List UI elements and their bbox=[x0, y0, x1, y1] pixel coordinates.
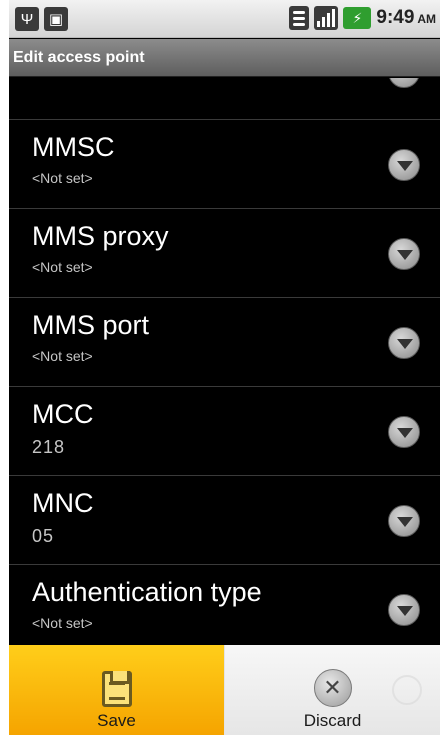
setting-title: MCC bbox=[32, 399, 94, 429]
setting-title: Authentication type bbox=[32, 577, 262, 607]
status-bar: Ψ ▣ ⚡ 9:49 AM bbox=[9, 0, 440, 38]
list-item-partial[interactable] bbox=[9, 78, 440, 120]
wifi-icon bbox=[289, 6, 310, 30]
chevron-down-icon bbox=[388, 78, 420, 88]
signal-icon bbox=[314, 6, 339, 30]
setting-mmsc[interactable]: MMSC <Not set> bbox=[9, 120, 440, 209]
setting-title: MNC bbox=[32, 488, 94, 518]
setting-title: MMS proxy bbox=[32, 221, 169, 251]
page-title: Edit access point bbox=[13, 49, 145, 66]
title-bar: Edit access point bbox=[9, 39, 440, 77]
setting-summary: <Not set> bbox=[32, 259, 93, 275]
clock-ampm: AM bbox=[417, 12, 436, 26]
chevron-down-icon bbox=[388, 149, 420, 181]
setting-mms-proxy[interactable]: MMS proxy <Not set> bbox=[9, 209, 440, 298]
setting-summary: <Not set> bbox=[32, 615, 93, 631]
faded-chevron-icon bbox=[392, 675, 422, 705]
setting-summary: <Not set> bbox=[32, 170, 93, 186]
discard-button[interactable]: ✕ Discard bbox=[225, 645, 440, 735]
setting-mnc[interactable]: MNC 05 bbox=[9, 476, 440, 565]
setting-title: MMSC bbox=[32, 132, 115, 162]
save-label: Save bbox=[97, 711, 136, 730]
chevron-down-icon bbox=[388, 594, 420, 626]
chevron-down-icon bbox=[388, 327, 420, 359]
chevron-down-icon bbox=[388, 416, 420, 448]
discard-label: Discard bbox=[303, 711, 362, 730]
save-button[interactable]: Save bbox=[9, 645, 225, 735]
clock-time: 9:49 bbox=[376, 7, 415, 28]
chevron-down-icon bbox=[388, 505, 420, 537]
save-icon bbox=[101, 671, 132, 707]
setting-title: MMS port bbox=[32, 310, 150, 340]
sd-card-icon: ▣ bbox=[44, 7, 68, 31]
setting-mcc[interactable]: MCC 218 bbox=[9, 387, 440, 476]
setting-summary: 05 bbox=[32, 526, 55, 546]
clock: 9:49 AM bbox=[376, 7, 436, 29]
phone-screen: Ψ ▣ ⚡ 9:49 AM Edit access point MMSC <No… bbox=[9, 0, 440, 735]
options-menu: Save ✕ Discard bbox=[9, 645, 440, 735]
chevron-down-icon bbox=[388, 238, 420, 270]
settings-list[interactable]: MMSC <Not set> MMS proxy <Not set> MMS p… bbox=[9, 78, 440, 645]
setting-summary: 218 bbox=[32, 437, 66, 457]
discard-icon: ✕ bbox=[313, 669, 352, 707]
setting-summary: <Not set> bbox=[32, 348, 93, 364]
usb-icon: Ψ bbox=[15, 7, 39, 31]
setting-authentication-type[interactable]: Authentication type <Not set> bbox=[9, 565, 440, 645]
setting-mms-port[interactable]: MMS port <Not set> bbox=[9, 298, 440, 387]
battery-icon: ⚡ bbox=[343, 7, 372, 29]
